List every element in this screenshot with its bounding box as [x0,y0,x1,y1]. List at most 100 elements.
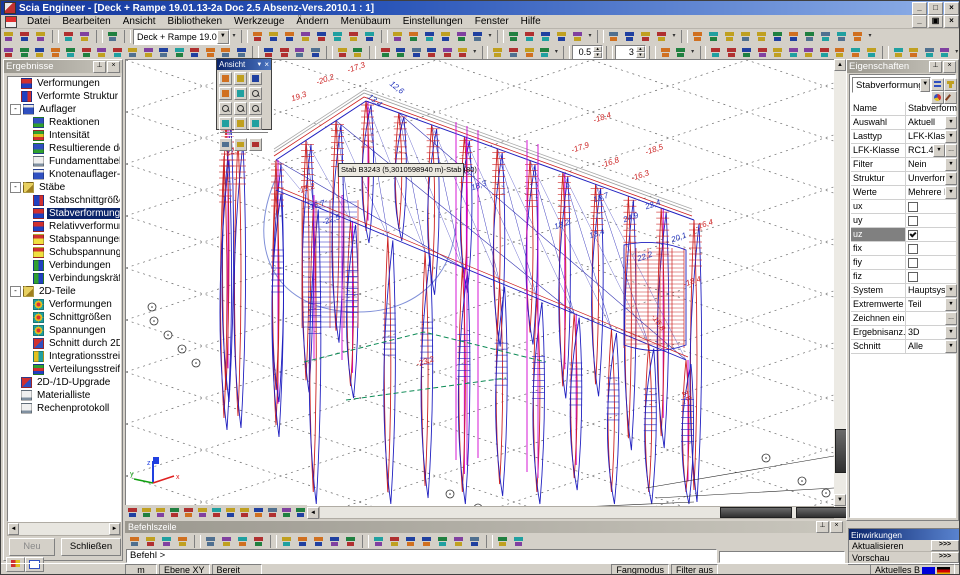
chevron-down-icon[interactable]: ▾ [553,46,561,59]
toolbar-icon[interactable] [424,45,440,60]
light-icon[interactable] [249,117,262,130]
toolbar-icon[interactable] [330,29,346,44]
axo-icon[interactable] [219,87,232,100]
chevron-down-icon[interactable]: ▾ [230,30,238,43]
new-document-icon[interactable] [1,29,17,44]
property-row[interactable]: ux [851,200,957,214]
tree-item[interactable]: Stabverformungen [8,207,120,220]
expander-icon[interactable]: - [10,104,21,115]
load-panel-icon[interactable] [690,29,706,44]
toolbar-icon[interactable] [440,45,456,60]
chevron-down-icon[interactable]: ▼ [933,144,945,157]
snap-tool-icon[interactable] [327,534,343,549]
tree-item[interactable]: Schnittgrößen [8,311,120,324]
tree-hscrollbar[interactable]: ◄ ► [7,522,121,536]
line-tool-icon[interactable] [219,534,235,549]
toolbar-icon[interactable] [141,45,157,60]
toolbar-icon[interactable] [250,29,266,44]
tree-item[interactable]: Stabschnittgrößen [8,194,120,207]
zoom-in-icon[interactable] [249,87,262,100]
command-input[interactable]: Befehl > [126,549,717,563]
selection-mode-icon[interactable] [451,534,467,549]
load-panel-icon[interactable] [834,29,850,44]
menu-fenster[interactable]: Fenster [469,15,515,28]
toolbar-icon[interactable] [455,45,471,60]
toolbar-icon[interactable] [673,45,689,60]
toolbar-icon[interactable] [187,45,203,60]
view-control-icon[interactable] [209,505,223,520]
toolbar-icon[interactable] [490,45,506,60]
property-row[interactable]: fiz [851,270,957,284]
menu-werkzeuge[interactable]: Werkzeuge [228,15,290,28]
property-value[interactable] [906,228,957,241]
chevron-down-icon[interactable]: ▼ [945,172,957,185]
property-value[interactable] [906,256,957,269]
member-check-icon[interactable] [848,45,864,60]
selection-mode-icon[interactable] [387,534,403,549]
toolbar-icon[interactable] [1,45,17,60]
toolbar-icon[interactable] [48,45,64,60]
select-tool-icon[interactable] [143,534,159,549]
ellipsis-button[interactable]: ... [945,312,957,325]
save-icon[interactable] [33,29,49,44]
snap-tool-icon[interactable] [295,534,311,549]
load-panel-icon[interactable] [754,29,770,44]
expander-icon[interactable]: - [10,182,21,193]
member-check-icon[interactable] [770,45,786,60]
node-icon[interactable] [234,87,247,100]
menu-bibliotheken[interactable]: Bibliotheken [162,15,228,28]
toolbar-icon[interactable] [63,45,79,60]
snap-tool-icon[interactable] [311,534,327,549]
tree-item[interactable]: -Auflager [8,103,120,116]
property-value[interactable]: Nein▼ [906,158,957,171]
toolbar-icon[interactable] [506,45,522,60]
load-panel-icon[interactable] [706,29,722,44]
selection-mode-icon[interactable] [419,534,435,549]
tree-item[interactable]: Reaktionen [8,116,120,129]
property-value[interactable]: 3D▼ [906,326,957,339]
property-row[interactable]: StrukturUnverformt▼ [851,172,957,186]
line-tool-icon[interactable] [251,534,267,549]
select-tool-icon[interactable] [159,534,175,549]
view-control-icon[interactable] [167,505,181,520]
property-row[interactable]: fiy [851,256,957,270]
tree-item[interactable]: Intensität [8,129,120,142]
toolbar-icon[interactable] [409,45,425,60]
toolbar-icon[interactable] [891,45,907,60]
property-value[interactable] [906,242,957,255]
property-row[interactable]: WerteMehrere Kompo▼ [851,186,957,200]
toolbar-icon[interactable] [422,29,438,44]
chevron-down-icon[interactable]: ▼ [945,284,957,297]
view-z-icon[interactable] [249,72,262,85]
select-tool-icon[interactable] [175,534,191,549]
pan-icon[interactable] [234,117,247,130]
menu-ansicht[interactable]: Ansicht [117,15,162,28]
toolbar-icon[interactable] [346,29,362,44]
load-panel-icon[interactable] [850,29,866,44]
geometry-tool-icon[interactable] [554,29,570,44]
tree-item[interactable]: Knotenauflager-Resultierenc [8,168,120,181]
member-check-icon[interactable] [801,45,817,60]
chevron-down-icon[interactable]: ▼ [217,30,229,44]
view-y-icon[interactable] [234,72,247,85]
tree-item[interactable]: 2D-/1D-Upgrade [8,376,120,389]
spin-down-icon[interactable]: ▾ [636,52,645,58]
property-value[interactable]: Hauptsystem▼ [906,284,957,297]
toolbar-icon[interactable] [906,45,922,60]
toolbar-icon[interactable] [393,45,409,60]
chevron-down-icon[interactable]: ▼ [945,130,957,143]
chevron-down-icon[interactable]: ▼ [920,78,930,92]
toolbar-icon[interactable] [314,29,330,44]
tree-item[interactable]: Stabspannungen [8,233,120,246]
property-value[interactable]: Mehrere Kompo▼ [906,186,957,199]
property-value[interactable]: Stabverformungen [906,102,957,115]
toolbar-icon[interactable] [658,45,674,60]
zoom-all-icon[interactable] [249,102,262,115]
doc-restore-button[interactable]: ▣ [928,15,943,28]
property-row[interactable]: LFK-KlasseRC1.4 Rampe▼... [851,144,957,158]
toolbar-icon[interactable] [470,29,486,44]
menu-datei[interactable]: Datei [21,15,56,28]
folder-icon[interactable] [495,534,511,549]
chevron-down-icon[interactable]: ▾ [953,46,960,59]
member-check-icon[interactable] [708,45,724,60]
